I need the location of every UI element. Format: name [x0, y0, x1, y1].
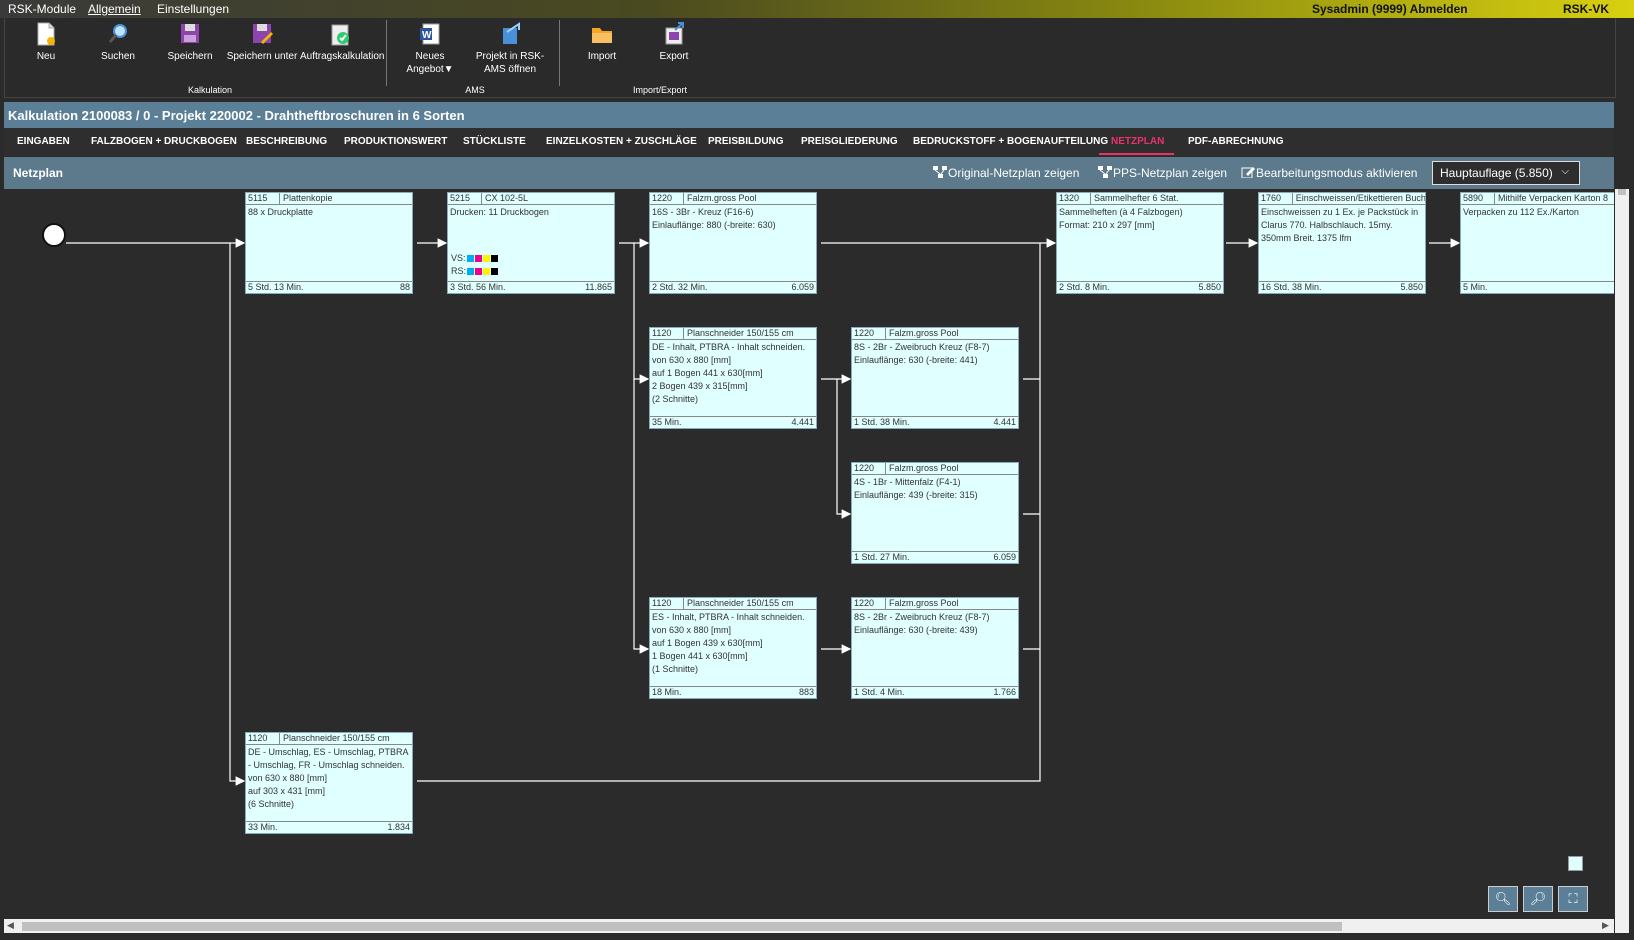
menu-rsk-module[interactable]: RSK-Module	[8, 2, 76, 16]
edge	[229, 243, 246, 786]
color-swatch-vs: VS:	[451, 253, 498, 263]
tab-falzbogen-druckbogen[interactable]: FALZBOGEN + DRUCKBOGEN	[91, 136, 237, 147]
fit-screen-button[interactable]: ⛶	[1558, 886, 1588, 912]
save-button[interactable]: Speichern	[154, 22, 226, 63]
color-swatch-rs: RS:	[451, 266, 499, 276]
node-einschweissen[interactable]: 1760 Einschweissen/Etikettieren Buch Eins…	[1258, 192, 1426, 294]
node-falzm-8s-439[interactable]: 1220 Falzm.gross Pool 8S - 2Br - Zweibruc…	[851, 597, 1019, 699]
ribbon-separator	[559, 20, 560, 86]
tab-stueckliste[interactable]: STÜCKLISTE	[463, 136, 526, 147]
new-offer-button[interactable]: W Neues Angebot▼	[394, 22, 466, 76]
node-sammelhefter[interactable]: 1320 Sammelhefter 6 Stat. Sammelheften (à…	[1056, 192, 1224, 294]
new-document-icon	[35, 22, 57, 46]
zoom-out-icon: 🔍︎	[1494, 891, 1512, 906]
node-planschneider-umschlag[interactable]: 1120 Planschneider 150/155 cm DE - Umschl…	[245, 732, 413, 834]
export-button[interactable]: Export	[638, 22, 710, 63]
zoom-in-button[interactable]: 🔎︎	[1523, 886, 1553, 912]
word-document-icon: W	[419, 22, 441, 46]
node-druck-cx102[interactable]: 5215 CX 102-5L Drucken: 11 Druckbogen VS:…	[447, 192, 615, 294]
minimap-indicator[interactable]	[1568, 856, 1583, 871]
section-title: Netzplan	[13, 166, 64, 180]
user-logout-link[interactable]: Sysadmin (9999) Abmelden	[1312, 2, 1468, 16]
node-plattenkopie[interactable]: 5115 Plattenkopie 88 x Druckplatte 5 Std.…	[245, 192, 413, 294]
save-as-button[interactable]: Speichern unter	[226, 22, 298, 63]
scroll-right-icon[interactable]: ▶	[1602, 920, 1609, 931]
svg-text:W: W	[422, 30, 432, 41]
node-planschneider-de-inhalt[interactable]: 1120 Planschneider 150/155 cm DE - Inhalt…	[649, 327, 817, 429]
node-falzm-8s-441[interactable]: 1220 Falzm.gross Pool 8S - 2Br - Zweibruc…	[851, 327, 1019, 429]
tab-preisbildung[interactable]: PREISBILDUNG	[708, 136, 784, 147]
order-calculation-button[interactable]: Auftragskalkulation	[300, 22, 385, 63]
search-button[interactable]: Suchen	[82, 22, 154, 63]
scroll-left-icon[interactable]: ◀	[7, 920, 14, 931]
page-title: Kalkulation 2100083 / 0 - Projekt 220002…	[4, 102, 1614, 128]
tab-bedruckstoff-bogenaufteilung[interactable]: BEDRUCKSTOFF + BOGENAUFTEILUNG	[913, 136, 1108, 147]
fullscreen-icon: ⛶	[1568, 891, 1578, 906]
zoom-out-button[interactable]: 🔍︎	[1488, 886, 1518, 912]
save-as-icon	[251, 22, 273, 46]
tab-produktionswert[interactable]: PRODUKTIONSWERT	[344, 136, 447, 147]
tab-preisgliederung[interactable]: PREISGLIEDERUNG	[801, 136, 898, 147]
start-node[interactable]	[42, 223, 66, 247]
system-name: RSK-VK	[1563, 2, 1610, 16]
edge	[836, 379, 852, 519]
open-project-icon	[499, 22, 521, 46]
menu-einstellungen[interactable]: Einstellungen	[157, 2, 229, 16]
tab-pdf-abrechnung[interactable]: PDF-ABRECHNUNG	[1188, 136, 1284, 147]
menu-bar: RSK-Module Allgemein Einstellungen Sysad…	[0, 0, 1634, 18]
node-falzm-16s[interactable]: 1220 Falzm.gross Pool 16S - 3Br - Kreuz (…	[649, 192, 817, 294]
new-button[interactable]: Neu	[10, 22, 82, 63]
import-button[interactable]: Import	[566, 22, 638, 63]
open-project-ams-button[interactable]: Projekt in RSK-AMS öffnen	[467, 22, 553, 76]
search-icon	[107, 22, 129, 46]
show-original-netzplan-button[interactable]: Original-Netzplan zeigen	[933, 166, 1079, 180]
ribbon-toolbar: Neu Suchen Speichern Speichern unter Auf…	[4, 18, 1616, 98]
export-icon	[663, 22, 685, 46]
horizontal-scroll-thumb[interactable]	[22, 922, 1342, 931]
active-tab-indicator	[1099, 153, 1174, 155]
zoom-in-icon: 🔎︎	[1529, 891, 1547, 906]
edit-icon	[1241, 166, 1255, 179]
chevron-down-icon: ⌵	[1561, 166, 1569, 177]
vertical-scroll-thumb[interactable]	[1618, 189, 1626, 195]
activate-edit-mode-button[interactable]: Bearbeitungsmodus aktivieren	[1241, 166, 1417, 180]
ribbon-separator	[386, 20, 387, 86]
edge	[633, 379, 650, 654]
order-calculation-icon	[329, 22, 351, 46]
group-label-kalkulation: Kalkulation	[187, 85, 233, 95]
netzplan-canvas[interactable]: 5115 Plattenkopie 88 x Druckplatte 5 Std.…	[4, 189, 1614, 919]
node-falzm-4s[interactable]: 1220 Falzm.gross Pool 4S - 1Br - Mittenfa…	[851, 462, 1019, 564]
network-icon	[933, 166, 947, 178]
tab-einzelkosten-zuschlaege[interactable]: EINZELKOSTEN + ZUSCHLÄGE	[546, 136, 697, 147]
group-label-ams: AMS	[465, 85, 485, 95]
tab-netzplan[interactable]: NETZPLAN	[1111, 136, 1164, 147]
tab-beschreibung[interactable]: BESCHREIBUNG	[246, 136, 327, 147]
edge	[633, 243, 650, 384]
horizontal-scrollbar[interactable]: ◀ ▶	[4, 919, 1614, 933]
tab-eingaben[interactable]: EINGABEN	[17, 136, 70, 147]
auflage-select[interactable]: Hauptauflage (5.850) ⌵	[1432, 161, 1580, 185]
menu-allgemein[interactable]: Allgemein	[88, 2, 141, 16]
group-label-import-export: Import/Export	[632, 85, 688, 95]
node-verpacken[interactable]: 5890 Mithilfe Verpacken Karton 8 Verpacke…	[1460, 192, 1614, 294]
folder-import-icon	[591, 22, 613, 46]
netzplan-header: Netzplan Original-Netzplan zeigen PPS-Ne…	[4, 157, 1614, 189]
network-icon	[1098, 166, 1112, 178]
save-icon	[179, 22, 201, 46]
tab-bar: EINGABEN FALZBOGEN + DRUCKBOGEN BESCHREI…	[4, 128, 1614, 156]
vertical-scrollbar[interactable]	[1615, 189, 1629, 933]
show-pps-netzplan-button[interactable]: PPS-Netzplan zeigen	[1098, 166, 1227, 180]
node-planschneider-es-inhalt[interactable]: 1120 Planschneider 150/155 cm ES - Inhalt…	[649, 597, 817, 699]
